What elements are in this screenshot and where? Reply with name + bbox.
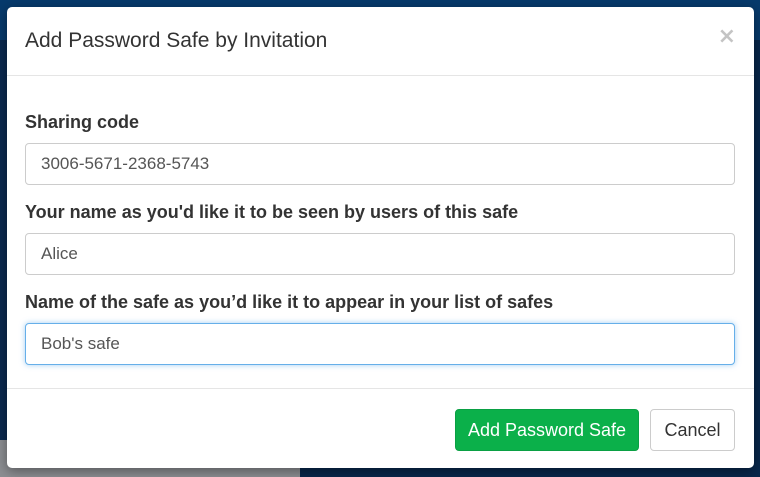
- sharing-code-group: Sharing code: [25, 112, 736, 185]
- sharing-code-label: Sharing code: [25, 112, 140, 132]
- safe-name-label: Name of the safe as you’d like it to app…: [25, 292, 554, 312]
- safe-name-input[interactable]: [25, 323, 735, 365]
- your-name-group: Your name as you'd like it to be seen by…: [25, 202, 736, 275]
- your-name-label: Your name as you'd like it to be seen by…: [25, 202, 519, 222]
- cancel-button[interactable]: Cancel: [650, 409, 735, 451]
- dialog-title: Add Password Safe by Invitation: [25, 29, 328, 52]
- dialog-body: Sharing code Your name as you'd like it …: [7, 76, 754, 389]
- close-icon[interactable]: ×: [718, 24, 736, 49]
- safe-name-group: Name of the safe as you’d like it to app…: [25, 292, 736, 365]
- sharing-code-input[interactable]: [25, 143, 735, 185]
- your-name-input[interactable]: [25, 233, 735, 275]
- add-safe-dialog: Add Password Safe by Invitation × Sharin…: [7, 7, 754, 468]
- add-password-safe-button[interactable]: Add Password Safe: [455, 409, 639, 451]
- dialog-footer: Add Password Safe Cancel: [7, 389, 754, 467]
- dialog-header: Add Password Safe by Invitation ×: [7, 7, 754, 76]
